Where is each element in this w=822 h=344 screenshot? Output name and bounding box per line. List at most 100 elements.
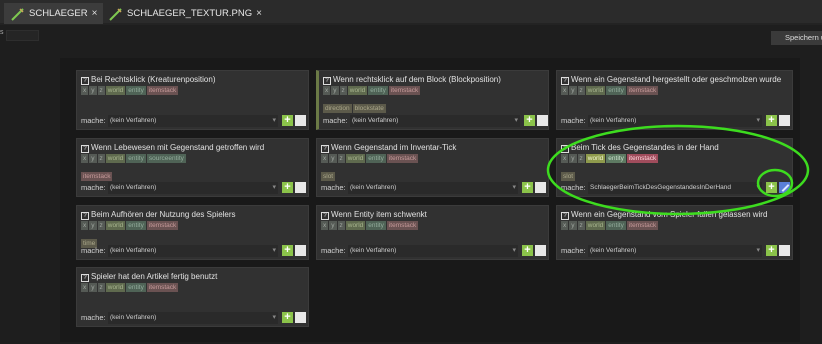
tab-bar: SCHLAEGER × SCHLAEGER_TEXTUR.PNG ×: [0, 0, 822, 25]
add-procedure-button[interactable]: +: [522, 245, 533, 256]
tag-world: world: [345, 154, 366, 163]
help-icon[interactable]: ?: [321, 212, 329, 220]
small-input-field[interactable]: [6, 30, 39, 41]
tag-entity: entity: [126, 154, 146, 163]
tag-entity: entity: [126, 221, 146, 230]
toolbar: [0, 25, 822, 45]
tag-y: y: [569, 154, 577, 163]
dependency-tags: x y z world entity itemstack: [321, 221, 541, 239]
procedure-select[interactable]: SchlaegerBeimTickDesGegenstandesInDerHan…: [588, 182, 762, 194]
tag-world: world: [105, 221, 126, 230]
trigger-card: ? Wenn Entity item schwenkt x y z world entit…: [316, 205, 549, 260]
save-button[interactable]: Speichern u: [771, 31, 822, 45]
edit-procedure-button[interactable]: [535, 182, 546, 193]
tag-y: y: [329, 154, 337, 163]
edit-procedure-button[interactable]: [779, 245, 790, 256]
help-icon[interactable]: ?: [561, 145, 569, 153]
tag-direction: direction: [323, 104, 352, 113]
procedure-select[interactable]: (kein Verfahren) ▾: [348, 182, 518, 194]
tag-y: y: [89, 86, 97, 95]
tag-x: x: [81, 283, 89, 292]
edit-procedure-button[interactable]: [295, 115, 306, 126]
procedure-select[interactable]: (kein Verfahren) ▾: [588, 115, 762, 127]
tag-sourceentity: sourceentity: [146, 154, 186, 163]
tag-z: z: [577, 221, 585, 230]
add-procedure-button[interactable]: +: [282, 182, 293, 193]
tag-z: z: [337, 221, 345, 230]
chevron-down-icon: ▾: [272, 184, 276, 191]
add-procedure-button[interactable]: +: [766, 115, 777, 126]
procedure-select[interactable]: (kein Verfahren) ▾: [108, 115, 278, 127]
tag-x: x: [81, 154, 89, 163]
tag-x: x: [321, 154, 329, 163]
edit-procedure-button[interactable]: [295, 312, 306, 323]
help-icon[interactable]: ?: [81, 77, 89, 85]
edit-procedure-button[interactable]: [537, 115, 548, 126]
tag-z: z: [339, 86, 347, 95]
card-title: ? Wenn ein Gegenstand vom Spieler fallen …: [561, 210, 767, 220]
help-icon[interactable]: ?: [81, 145, 89, 153]
dependency-tags: x y z world entity itemstack: [561, 221, 781, 239]
help-icon[interactable]: ?: [321, 145, 329, 153]
tab-schlaeger-textur[interactable]: SCHLAEGER_TEXTUR.PNG ×: [102, 3, 268, 24]
dependency-tags: x y z world entity itemstack: [561, 86, 781, 104]
mache-label: mache:: [321, 183, 346, 192]
help-icon[interactable]: ?: [81, 212, 89, 220]
card-title: ? Bei Rechtsklick (Kreaturenposition): [81, 75, 216, 85]
tag-z: z: [577, 154, 585, 163]
dependency-tags: x y z world entity itemstack: [81, 283, 301, 301]
add-procedure-button[interactable]: +: [766, 182, 777, 193]
procedure-select[interactable]: (kein Verfahren) ▾: [108, 245, 278, 257]
mache-label: mache:: [81, 116, 106, 125]
tab-schlaeger[interactable]: SCHLAEGER ×: [4, 3, 104, 24]
procedure-select[interactable]: (kein Verfahren) ▾: [588, 245, 762, 257]
edit-procedure-button[interactable]: [779, 115, 790, 126]
tag-world: world: [585, 86, 606, 95]
tag-y: y: [331, 86, 339, 95]
close-icon[interactable]: ×: [92, 8, 98, 19]
tag-blockstate: blockstate: [352, 104, 386, 113]
edit-procedure-button[interactable]: [535, 245, 546, 256]
tag-itemstack: itemstack: [626, 221, 659, 230]
help-icon[interactable]: ?: [81, 274, 89, 282]
chevron-down-icon: ▾: [512, 184, 516, 191]
procedure-select[interactable]: (kein Verfahren) ▾: [108, 182, 278, 194]
mache-label: mache:: [81, 246, 106, 255]
trigger-card: ? Bei Rechtsklick (Kreaturenposition) xyz…: [76, 70, 309, 130]
card-title: ? Wenn Gegenstand im Inventar-Tick: [321, 143, 456, 153]
card-title: ? Spieler hat den Artikel fertig benutzt: [81, 272, 217, 282]
tag-itemstack: itemstack: [146, 221, 179, 230]
tag-world: world: [105, 86, 126, 95]
edit-procedure-button[interactable]: [779, 182, 790, 193]
tab-label: SCHLAEGER_TEXTUR.PNG: [127, 8, 253, 19]
help-icon[interactable]: ?: [323, 77, 331, 85]
chevron-down-icon: ▾: [272, 117, 276, 124]
help-icon[interactable]: ?: [561, 212, 569, 220]
mache-label: mache:: [561, 246, 586, 255]
tag-y: y: [89, 283, 97, 292]
tag-world: world: [345, 221, 366, 230]
procedure-select[interactable]: (kein Verfahren) ▾: [348, 245, 518, 257]
tag-z: z: [97, 154, 105, 163]
add-procedure-button[interactable]: +: [282, 245, 293, 256]
chevron-down-icon: ▾: [272, 247, 276, 254]
chevron-down-icon: ▾: [756, 247, 760, 254]
add-procedure-button[interactable]: +: [282, 115, 293, 126]
procedure-select[interactable]: (kein Verfahren) ▾: [108, 312, 278, 324]
tag-world: world: [585, 154, 606, 163]
trigger-card: ? Wenn ein Gegenstand vom Spieler fallen …: [556, 205, 793, 260]
add-procedure-button[interactable]: +: [766, 245, 777, 256]
add-procedure-button[interactable]: +: [522, 182, 533, 193]
add-procedure-button[interactable]: +: [524, 115, 535, 126]
close-icon[interactable]: ×: [256, 8, 262, 19]
trigger-card: ? Wenn rechtsklick auf dem Block (Blockpo…: [316, 70, 549, 130]
card-title: ? Beim Tick des Gegenstandes in der Hand: [561, 143, 719, 153]
tag-x: x: [561, 154, 569, 163]
help-icon[interactable]: ?: [561, 77, 569, 85]
mache-label: mache:: [561, 183, 586, 192]
add-procedure-button[interactable]: +: [282, 312, 293, 323]
edit-procedure-button[interactable]: [295, 182, 306, 193]
procedure-select[interactable]: (kein Verfahren) ▾: [350, 115, 520, 127]
edit-procedure-button[interactable]: [295, 245, 306, 256]
chevron-down-icon: ▾: [756, 184, 760, 191]
